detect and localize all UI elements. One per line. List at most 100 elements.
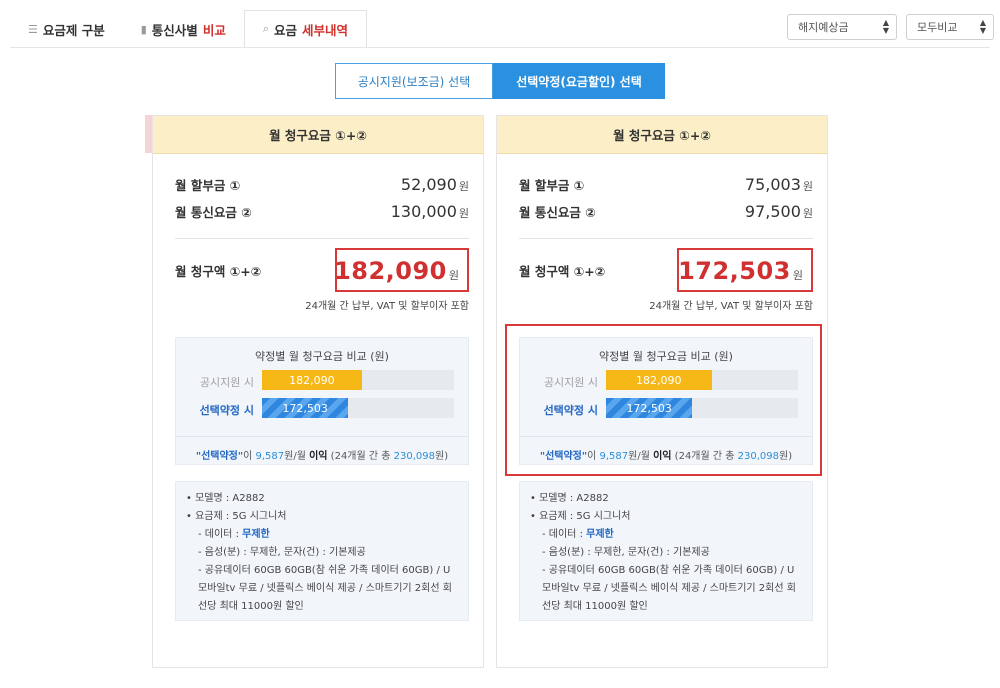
tab-plan-category[interactable]: ☰ 요금제 구분 [10,10,123,48]
won-unit: 원 [802,180,813,193]
contract-comparison: 약정별 월 청구요금 비교 (원) 공시지원 시 182,090 선택약정 시 … [175,337,469,465]
card-header: 월 청구요금 ①+② [153,116,483,154]
footnote-gain: 이익 [653,451,672,462]
won-unit: 원 [448,269,459,282]
divider [519,238,813,239]
footnote-text: 원) [435,451,449,462]
bar-track: 172,503 [606,398,798,418]
won-unit: 원 [792,269,803,282]
fee-value: 97,500 [744,202,801,221]
fee-row: 월 통신요금 ② 130,000 원 [175,202,469,221]
fee-card-subsidy: 월 청구요금 ①+② 월 할부금 ① 52,090 원 월 통신요금 ② 130,… [152,115,484,668]
fee-row: 월 통신요금 ② 97,500 원 [519,202,813,221]
divider [175,238,469,239]
card-header: 월 청구요금 ①+② [497,116,827,154]
bar-contract: 172,503 [262,398,349,418]
total-value: 182,090 [334,257,447,285]
discount-type-toggle: 공시지원(보조금) 선택 선택약정(요금할인) 선택 [335,63,665,99]
extra-benefits: - 공유데이터 60GB 60GB(참 쉬운 가족 데이터 60GB) / U … [198,565,452,612]
tab-label: 통신사별 [151,22,198,38]
comparison-title: 약정별 월 청구요금 비교 (원) [255,350,389,363]
installment-label: 월 할부금 ① [519,178,585,193]
tab-divider [10,47,990,48]
total-box: 172,503 원 [677,248,813,292]
data-allowance: - 데이터 : 무제한 [530,526,802,544]
comparison-footnote: "선택약정"이 9,587원/월 이익 (24개월 간 총 230,098원) [176,436,468,466]
bar-subsidy: 182,090 [606,370,712,390]
bar-subsidy: 182,090 [262,370,362,390]
bar-contract: 172,503 [606,398,693,418]
model-name: • 모델명 : A2882 [186,493,265,504]
footnote-monthly: 9,587 [599,451,629,462]
footnote-keyword: "선택약정" [539,451,588,462]
data-label: - 데이터 : [542,529,587,540]
tab-label-highlight: 세부내역 [302,22,349,38]
voice-allowance: - 음성(분) : 무제한, 문자(건) : 기본제공 [198,547,366,558]
data-allowance: - 데이터 : 무제한 [186,526,458,544]
public-subsidy-button[interactable]: 공시지원(보조금) 선택 [335,63,493,99]
footnote-total: 230,098 [393,451,436,462]
fee-card-contract: 월 청구요금 ①+② 월 할부금 ① 75,003 원 월 통신요금 ② 97,5… [496,115,828,668]
total-value: 172,503 [678,257,791,285]
model-name: • 모델명 : A2882 [530,493,609,504]
tab-carrier-compare[interactable]: ▮ 통신사별 비교 [123,10,244,48]
won-unit: 원 [458,207,469,220]
footnote-text: (24개월 간 총 [327,451,394,462]
plan-info: • 모델명 : A2882 • 요금제 : 5G 시그니처 - 데이터 : 무제… [519,481,813,621]
footnote-text: 원/월 [284,451,310,462]
footnote-text: (24개월 간 총 [671,451,738,462]
data-label: - 데이터 : [198,529,243,540]
bar-track: 172,503 [262,398,454,418]
total-box: 182,090 원 [334,248,469,292]
select-arrows-icon: ▲ ▼ [882,18,889,35]
bar-chart-icon: ▮ [140,22,147,36]
tab-fee-details[interactable]: ⌕ 요금 세부내역 [243,10,368,48]
data-value: 무제한 [242,529,270,540]
bar-track: 182,090 [606,370,798,390]
extra-benefits: - 공유데이터 60GB 60GB(참 쉬운 가족 데이터 60GB) / U … [542,565,796,612]
fee-label: 월 통신요금 ② [519,205,596,220]
bar-label-contract: 선택약정 시 [543,404,598,417]
total-note: 24개월 간 납부, VAT 및 할부이자 포함 [305,301,469,312]
installment-row: 월 할부금 ① 52,090 원 [175,175,469,194]
voice-allowance: - 음성(분) : 무제한, 문자(건) : 기본제공 [542,547,710,558]
fee-label: 월 통신요금 ② [175,205,252,220]
bar-label-subsidy: 공시지원 시 [199,376,254,389]
select-value: 해지예상금 [798,21,849,34]
installment-row: 월 할부금 ① 75,003 원 [519,175,813,194]
plan-name: • 요금제 : 5G 시그니처 [186,511,287,522]
won-unit: 원 [802,207,813,220]
tab-label-highlight: 비교 [202,22,226,38]
data-value: 무제한 [586,529,614,540]
bar-track: 182,090 [262,370,454,390]
installment-value: 75,003 [744,175,801,194]
cancellation-fee-select[interactable]: 해지예상금 ▲ ▼ [787,14,897,40]
card-accent [145,115,152,153]
select-value: 모두비교 [917,21,958,34]
total-note: 24개월 간 납부, VAT 및 할부이자 포함 [649,301,813,312]
plan-name: • 요금제 : 5G 시그니처 [530,511,631,522]
select-arrows-icon: ▲ ▼ [979,18,986,35]
search-icon: ⌕ [262,22,269,35]
bar-label-subsidy: 공시지원 시 [543,376,598,389]
tab-bar: ☰ 요금제 구분 ▮ 통신사별 비교 ⌕ 요금 세부내역 [10,10,368,48]
footnote-total: 230,098 [737,451,780,462]
comparison-footnote: "선택약정"이 9,587원/월 이익 (24개월 간 총 230,098원) [520,436,812,466]
total-label: 월 청구액 ①+② [519,264,606,279]
total-label: 월 청구액 ①+② [175,264,262,279]
installment-value: 52,090 [400,175,457,194]
tab-label: 요금제 구분 [42,22,105,38]
footnote-text: 이 [243,451,256,462]
footnote-monthly: 9,587 [255,451,285,462]
tab-label: 요금 [274,22,298,38]
fee-value: 130,000 [390,202,457,221]
bar-label-contract: 선택약정 시 [199,404,254,417]
selective-contract-button[interactable]: 선택약정(요금할인) 선택 [493,63,665,99]
installment-label: 월 할부금 ① [175,178,241,193]
compare-all-select[interactable]: 모두비교 ▲ ▼ [906,14,994,40]
won-unit: 원 [458,180,469,193]
comparison-title: 약정별 월 청구요금 비교 (원) [599,350,733,363]
contract-comparison: 약정별 월 청구요금 비교 (원) 공시지원 시 182,090 선택약정 시 … [519,337,813,465]
footnote-text: 이 [587,451,600,462]
footnote-gain: 이익 [309,451,328,462]
